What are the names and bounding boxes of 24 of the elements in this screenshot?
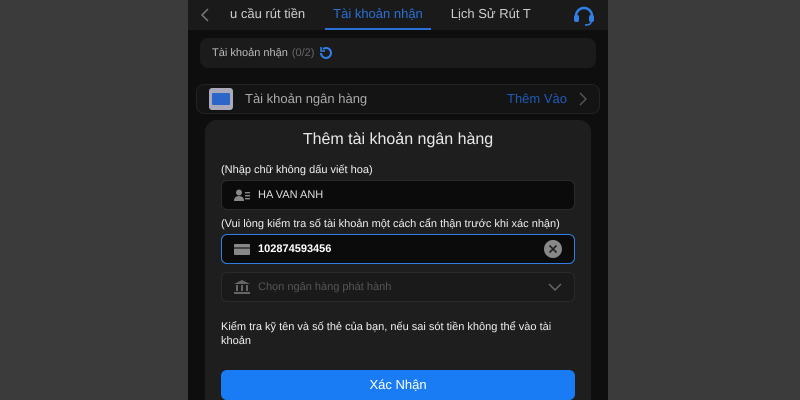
warning-note: Kiểm tra kỹ tên và số thẻ của bạn, nếu sai sót tiền không thể vào tài khoản	[221, 320, 552, 348]
headset-icon[interactable]	[572, 4, 596, 26]
bank-icon	[234, 280, 250, 294]
bank-card-icon	[209, 88, 233, 110]
refresh-icon[interactable]	[318, 45, 334, 61]
field-hint: (Nhập chữ không dấu viết hoa)	[221, 164, 374, 177]
tab[interactable]: Lịch Sử Rút T	[442, 0, 539, 30]
accounts-label: Tài khoản nhận	[212, 46, 288, 61]
clear-icon[interactable]	[544, 240, 562, 258]
chevron-right-icon	[579, 92, 587, 106]
field-hint: (Vui lòng kiểm tra số tài khoản một cách cẩn thận trước khi xác nhận)	[221, 218, 561, 231]
card-icon	[234, 244, 250, 254]
back-icon[interactable]	[200, 7, 210, 23]
dialog-title: Thêm tài khoản ngân hàng	[302, 130, 494, 150]
input-field[interactable]: 102874593456	[221, 234, 575, 264]
tab[interactable]: Tài khoản nhận	[325, 0, 431, 30]
accounts-count: (0/2)	[292, 46, 314, 61]
bank-account-row[interactable]: Tài khoản ngân hàng Thêm Vào	[196, 84, 600, 114]
person-card-icon	[234, 189, 250, 201]
confirm-button[interactable]: Xác Nhận	[221, 370, 575, 400]
chevron-down-icon	[548, 283, 562, 291]
tab[interactable]: u cầu rút tiền	[222, 0, 314, 30]
bank-account-label: Tài khoản ngân hàng	[245, 90, 368, 108]
input-field[interactable]: HA VAN ANH	[221, 180, 575, 210]
